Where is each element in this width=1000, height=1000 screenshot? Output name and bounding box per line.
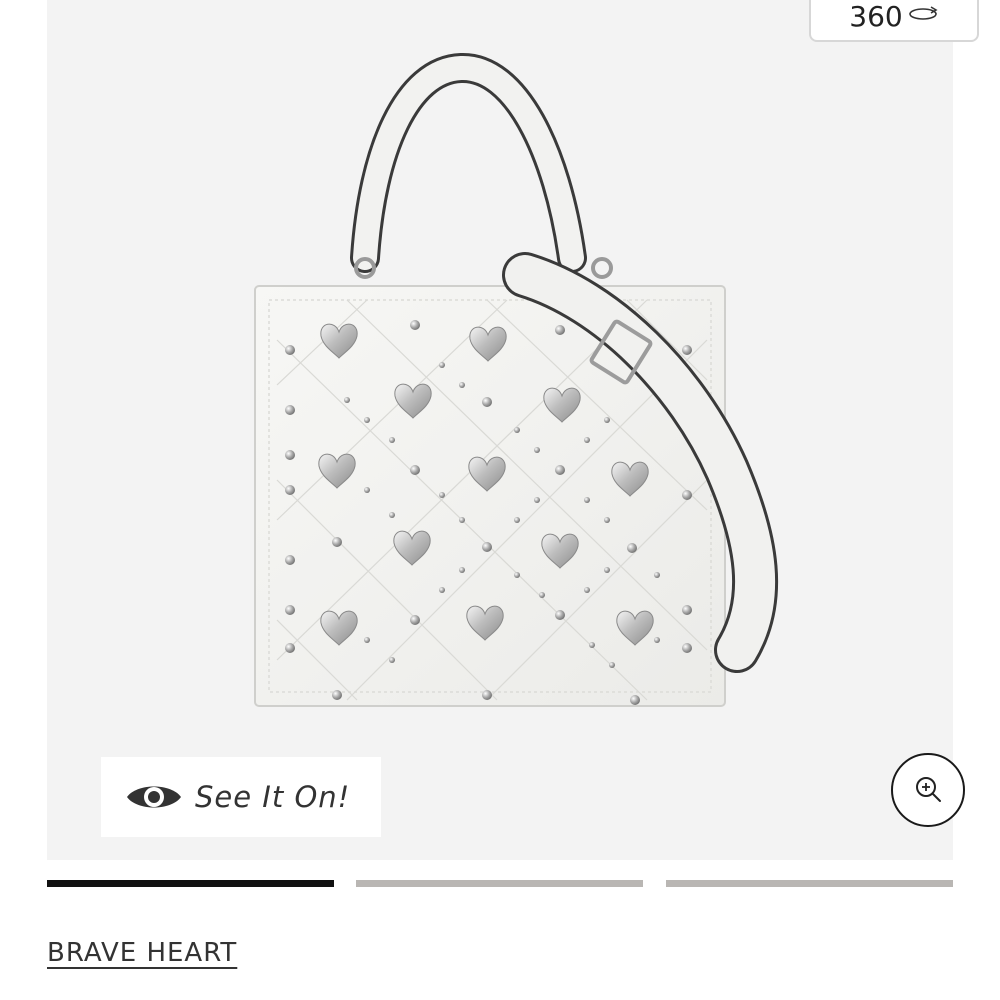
- slide-indicators: [47, 880, 953, 888]
- rotate-360-icon: [908, 6, 938, 20]
- slide-indicator-2[interactable]: [356, 880, 643, 887]
- see-it-on-button[interactable]: See It On!: [101, 757, 381, 837]
- slide-indicator-3[interactable]: [666, 880, 953, 887]
- view-360-label: 360: [849, 0, 903, 33]
- view-360-button[interactable]: 360: [809, 0, 979, 42]
- product-image-gallery[interactable]: 360 See It On!: [47, 0, 979, 860]
- collection-link[interactable]: BRAVE HEART: [47, 938, 237, 968]
- eye-icon: [127, 786, 181, 808]
- slide-indicator-1[interactable]: [47, 880, 334, 887]
- zoom-in-icon: [916, 777, 941, 802]
- zoom-button[interactable]: [891, 753, 965, 827]
- see-it-on-label: See It On!: [195, 780, 351, 814]
- product-image[interactable]: [47, 0, 953, 860]
